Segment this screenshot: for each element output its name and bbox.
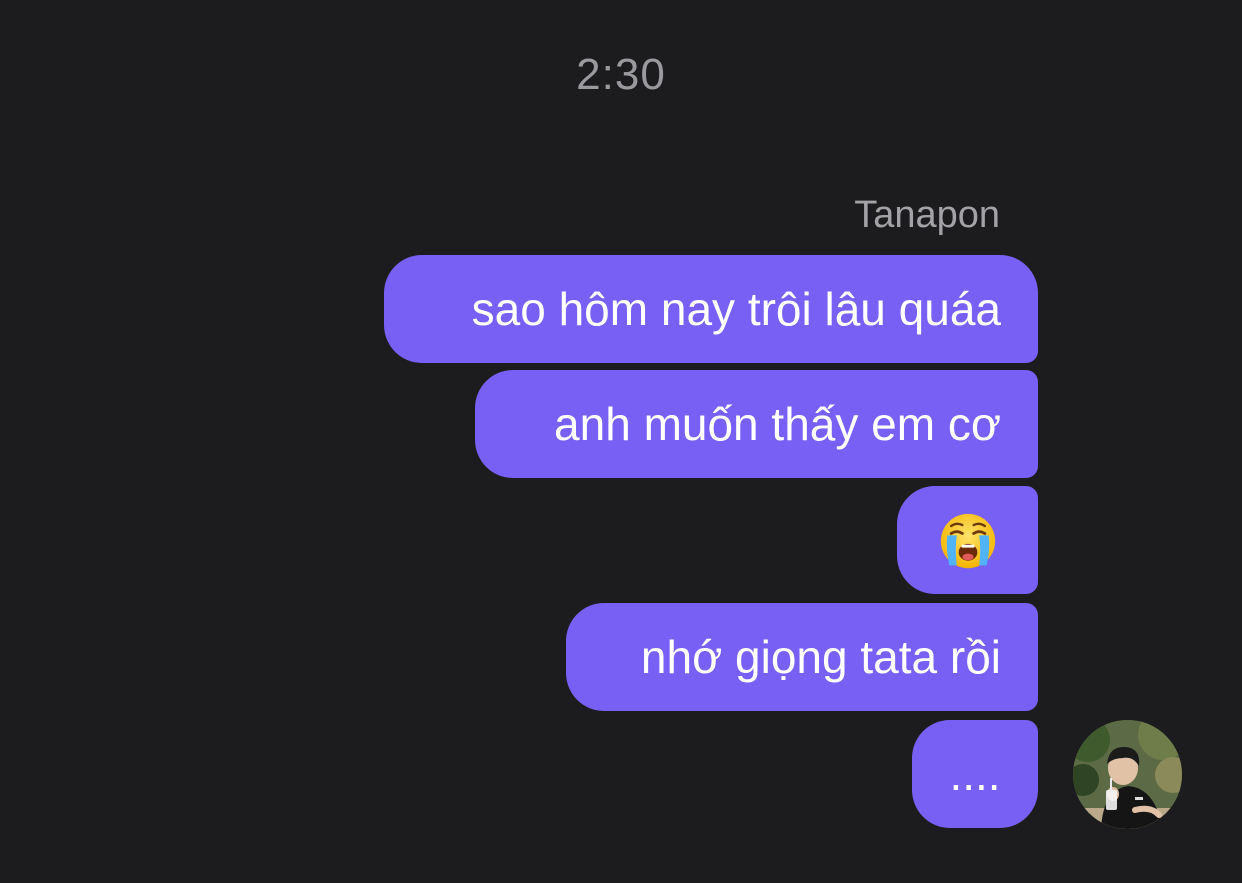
message-bubble[interactable]: sao hôm nay trôi lâu quáa <box>384 255 1038 363</box>
message-text: .... <box>949 748 1001 800</box>
avatar[interactable] <box>1073 720 1182 829</box>
sender-name: Tanapon <box>854 194 1000 236</box>
message-text: nhớ giọng tata rồi <box>640 631 1001 683</box>
message-bubble[interactable]: anh muốn thấy em cơ <box>475 370 1038 478</box>
message-text: anh muốn thấy em cơ <box>554 398 1001 450</box>
message-text: sao hôm nay trôi lâu quáa <box>471 283 1001 335</box>
loudly-crying-face-icon <box>940 513 995 569</box>
message-bubble[interactable] <box>897 486 1038 594</box>
message-timestamp: 2:30 <box>576 50 666 99</box>
profile-photo-avatar <box>1073 720 1182 829</box>
message-bubble[interactable]: .... <box>912 720 1038 828</box>
message-bubble[interactable]: nhớ giọng tata rồi <box>566 603 1038 711</box>
